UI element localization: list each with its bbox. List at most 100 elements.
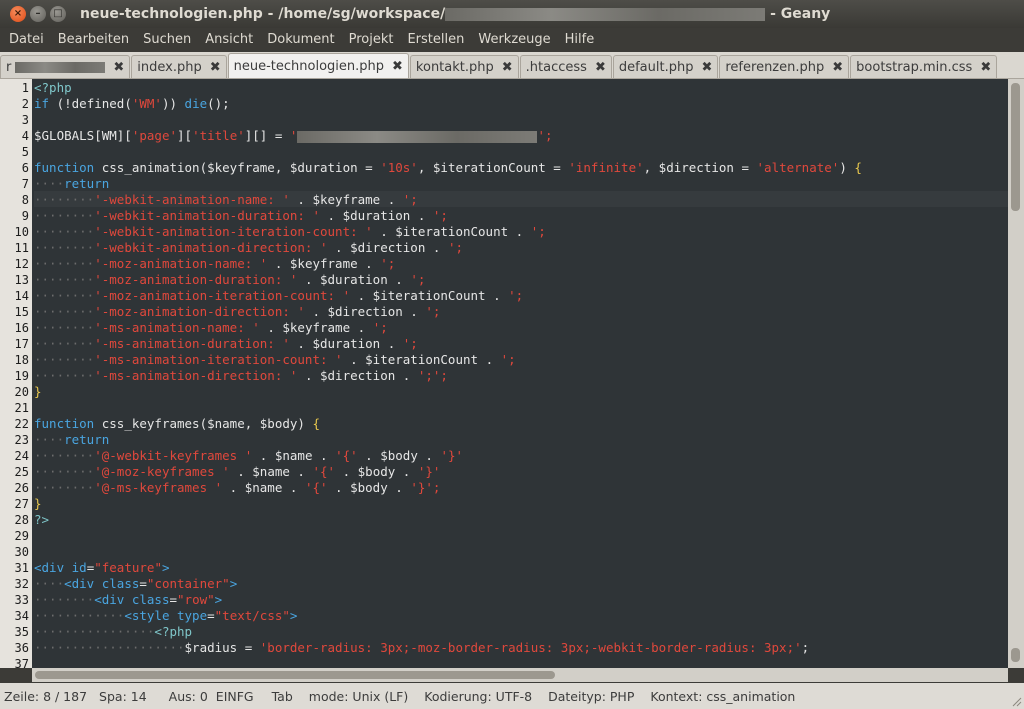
line-number: 4 <box>21 129 29 143</box>
menu-hilfe[interactable]: Hilfe <box>558 28 602 52</box>
code-line: $GLOBALS[WM]['page']['title'][] = ' '; <box>34 128 553 144</box>
line-number: 11 <box>14 241 29 255</box>
menu-werkzeuge[interactable]: Werkzeuge <box>471 28 557 52</box>
tab-neue-technologien-php[interactable]: neue-technologien.php ✖ <box>227 53 409 78</box>
menu-datei[interactable]: Datei <box>2 28 51 52</box>
vertical-scrollbar[interactable] <box>1008 79 1024 668</box>
menu-dokument[interactable]: Dokument <box>260 28 341 52</box>
code-token: ···· <box>34 576 65 591</box>
code-token: { <box>312 416 320 431</box>
menu-ansicht[interactable]: Ansicht <box>198 28 260 52</box>
code-token: > <box>289 608 298 623</box>
code-token: '-webkit-animation-iteration-count: ' <box>94 224 373 239</box>
maximize-window-icon[interactable]: □ <box>50 6 66 22</box>
code-line: ········'@-moz-keyframes ' . $name . '{'… <box>34 464 440 480</box>
code-token: <?php <box>34 80 72 95</box>
status-bar: Zeile: 8 / 187 Spa: 14 Aus: 0 EINFG Tab … <box>0 683 1024 709</box>
code-token: '}' <box>417 464 441 479</box>
close-tab-icon[interactable]: ✖ <box>595 60 606 75</box>
code-token: )) <box>161 96 185 111</box>
close-window-icon[interactable]: × <box>10 6 26 22</box>
menu-projekt[interactable]: Projekt <box>342 28 401 52</box>
minimize-window-icon[interactable]: – <box>30 6 46 22</box>
code-token: '10s' <box>380 160 418 175</box>
vertical-scroll-thumb-end[interactable] <box>1011 648 1020 662</box>
vertical-scroll-thumb[interactable] <box>1011 83 1020 211</box>
code-line: function css_keyframes($name, $body) { <box>34 416 320 432</box>
code-line: <div id="feature"> <box>34 560 170 576</box>
code-token: ············ <box>34 608 125 623</box>
tab-bootstrap-min-css[interactable]: bootstrap.min.css ✖ <box>850 55 998 78</box>
tab-kontakt-php[interactable]: kontakt.php ✖ <box>409 55 519 78</box>
status-selection: Aus: 0 <box>168 688 208 704</box>
code-token: . $keyframe . <box>267 256 381 271</box>
code-token: function <box>34 160 95 175</box>
code-token: . $body . <box>357 448 441 463</box>
code-editor[interactable]: 1 2 3 4 5 6 7 8 9 10 11 12 13 14 15 16 17 18 19 20 21 22 23 24 2… <box>0 79 1024 671</box>
tab-htaccess[interactable]: .htaccess ✖ <box>519 55 612 78</box>
close-tab-icon[interactable]: ✖ <box>502 60 513 75</box>
horizontal-scrollbar[interactable] <box>32 668 1008 682</box>
code-token: . $duration . <box>289 336 403 351</box>
resize-grip-icon[interactable] <box>1010 695 1022 707</box>
code-token: '-moz-animation-iteration-count: ' <box>94 288 351 303</box>
code-line: ········'-webkit-animation-duration: ' .… <box>34 208 448 224</box>
menu-suchen[interactable]: Suchen <box>136 28 198 52</box>
code-token: ········ <box>34 240 95 255</box>
close-tab-icon[interactable]: ✖ <box>832 60 843 75</box>
close-tab-icon[interactable]: ✖ <box>113 60 124 75</box>
code-line: ········'-webkit-animation-direction: ' … <box>34 240 463 256</box>
code-token: ········ <box>34 480 95 495</box>
code-token: . $iterationCount . <box>372 224 531 239</box>
code-token: . $duration . <box>320 208 433 223</box>
code-token: ' <box>289 128 298 143</box>
code-token: . $iterationCount . <box>342 352 501 367</box>
code-token: ···· <box>34 176 65 191</box>
menu-erstellen[interactable]: Erstellen <box>400 28 471 52</box>
line-number: 31 <box>14 561 29 575</box>
redacted-path <box>445 7 766 21</box>
code-token: if <box>34 96 50 111</box>
code-line: ········'-ms-animation-duration: ' . $du… <box>34 336 418 352</box>
tab-index-php[interactable]: index.php ✖ <box>131 55 227 78</box>
tab-label: r <box>6 59 12 75</box>
code-token: '-ms-animation-name: ' <box>94 320 260 335</box>
status-encoding: Kodierung: UTF-8 <box>424 688 533 704</box>
code-token: 'WM' <box>131 96 162 111</box>
code-token: ················ <box>34 624 155 639</box>
line-number: 29 <box>14 529 29 543</box>
code-token: . $direction . <box>327 240 448 255</box>
tab-referenzen-php[interactable]: referenzen.php ✖ <box>719 55 850 78</box>
title-bar: × – □ neue-technologien.php - /home/sg/w… <box>0 0 1024 28</box>
line-number: 22 <box>14 417 29 431</box>
close-tab-icon[interactable]: ✖ <box>980 60 991 75</box>
code-token: = <box>169 592 178 607</box>
status-indent: Tab <box>271 688 293 704</box>
line-number: 7 <box>21 177 29 191</box>
status-filetype: Dateityp: PHP <box>548 688 635 704</box>
code-token: . $direction . <box>304 304 426 319</box>
line-number: 10 <box>14 225 29 239</box>
code-token: ········ <box>34 352 95 367</box>
code-token: <?php <box>154 624 193 639</box>
close-tab-icon[interactable]: ✖ <box>701 60 712 75</box>
close-tab-icon[interactable]: ✖ <box>210 60 221 75</box>
code-token: ········ <box>34 368 95 383</box>
code-token: '; <box>402 192 418 207</box>
tab-default-php[interactable]: default.php ✖ <box>612 55 719 78</box>
menu-bar: Datei Bearbeiten Suchen Ansicht Dokument Proj… <box>0 28 1024 52</box>
line-number: 30 <box>14 545 29 559</box>
code-area[interactable]: <?php if (!defined('WM')) die(); $GLOBALS[… <box>34 79 1008 668</box>
menu-bearbeiten[interactable]: Bearbeiten <box>51 28 136 52</box>
code-token: ?> <box>34 512 50 527</box>
code-token: ; <box>801 640 810 655</box>
tab-label: kontakt.php <box>415 59 494 75</box>
close-tab-icon[interactable]: ✖ <box>392 59 403 74</box>
tab-r[interactable]: r ✖ <box>0 55 131 78</box>
code-token: '; <box>500 352 516 367</box>
line-number: 21 <box>14 401 29 415</box>
horizontal-scroll-thumb[interactable] <box>35 671 555 679</box>
code-token: "feature" <box>94 560 162 575</box>
code-token: . $keyframe . <box>259 320 373 335</box>
code-line: ········'-moz-animation-duration: ' . $d… <box>34 272 425 288</box>
